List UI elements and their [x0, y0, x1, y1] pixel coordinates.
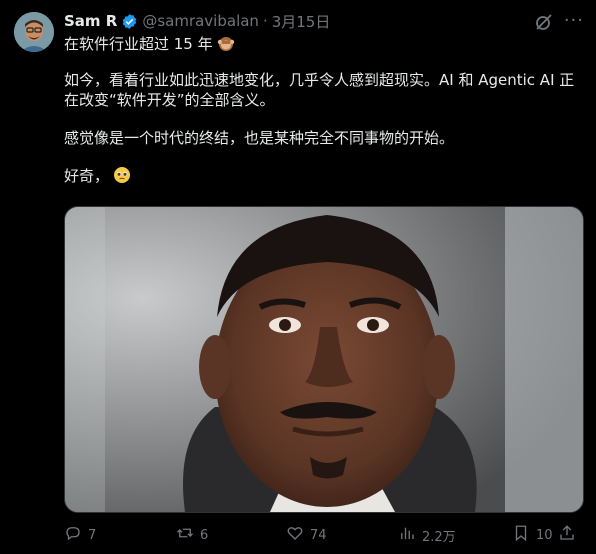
bookmark-button[interactable]: 10: [512, 524, 553, 546]
views-count: 2.2万: [422, 529, 456, 545]
reply-button[interactable]: 7: [64, 524, 96, 546]
avatar[interactable]: [14, 12, 54, 52]
like-count: 74: [310, 527, 327, 543]
verified-icon: [121, 13, 138, 30]
tweet-line-1-text: 在软件行业超过 15 年: [64, 35, 213, 53]
tweet-date[interactable]: 3月15日: [272, 11, 331, 32]
repost-button[interactable]: 6: [176, 524, 208, 546]
action-bar: 7 6 74 2.2万 10: [64, 523, 584, 547]
share-icon: [558, 524, 576, 546]
like-button[interactable]: 74: [286, 524, 327, 546]
grok-icon[interactable]: [534, 12, 554, 32]
monkey-emoji-icon: [217, 34, 235, 52]
views-icon: [398, 524, 416, 546]
author-handle[interactable]: @samravibalan: [142, 12, 259, 30]
tweet-paragraph-2: 感觉像是一个时代的终结，也是某种完全不同事物的开始。: [64, 129, 455, 147]
like-icon: [286, 524, 304, 546]
repost-icon: [176, 524, 194, 546]
tweet-body: 在软件行业超过 15 年 如今，看着行业如此迅速地变化，几乎令人感到超现实。AI…: [64, 34, 584, 186]
tweet-paragraph-1: 如今，看着行业如此迅速地变化，几乎令人感到超现实。AI 和 Agentic AI…: [64, 71, 575, 109]
tweet-header: Sam R @samravibalan · 3月15日 ···: [64, 10, 584, 32]
tweet-image[interactable]: [64, 206, 584, 513]
reply-icon: [64, 524, 82, 546]
reply-count: 7: [88, 527, 97, 543]
tweet-paragraph-3-text: 好奇，: [64, 167, 110, 185]
tweet-paragraph-3: 好奇，: [64, 166, 584, 186]
author-name[interactable]: Sam R: [64, 12, 117, 30]
separator-dot: ·: [262, 12, 268, 30]
pleading-emoji-icon: [113, 166, 131, 184]
views-button[interactable]: 2.2万: [398, 524, 456, 546]
bookmark-icon: [512, 524, 530, 546]
tweet-line-1: 在软件行业超过 15 年: [64, 34, 584, 54]
repost-count: 6: [200, 527, 209, 543]
bookmark-count: 10: [536, 527, 553, 543]
more-icon[interactable]: ···: [564, 10, 584, 31]
share-button[interactable]: [558, 524, 576, 546]
